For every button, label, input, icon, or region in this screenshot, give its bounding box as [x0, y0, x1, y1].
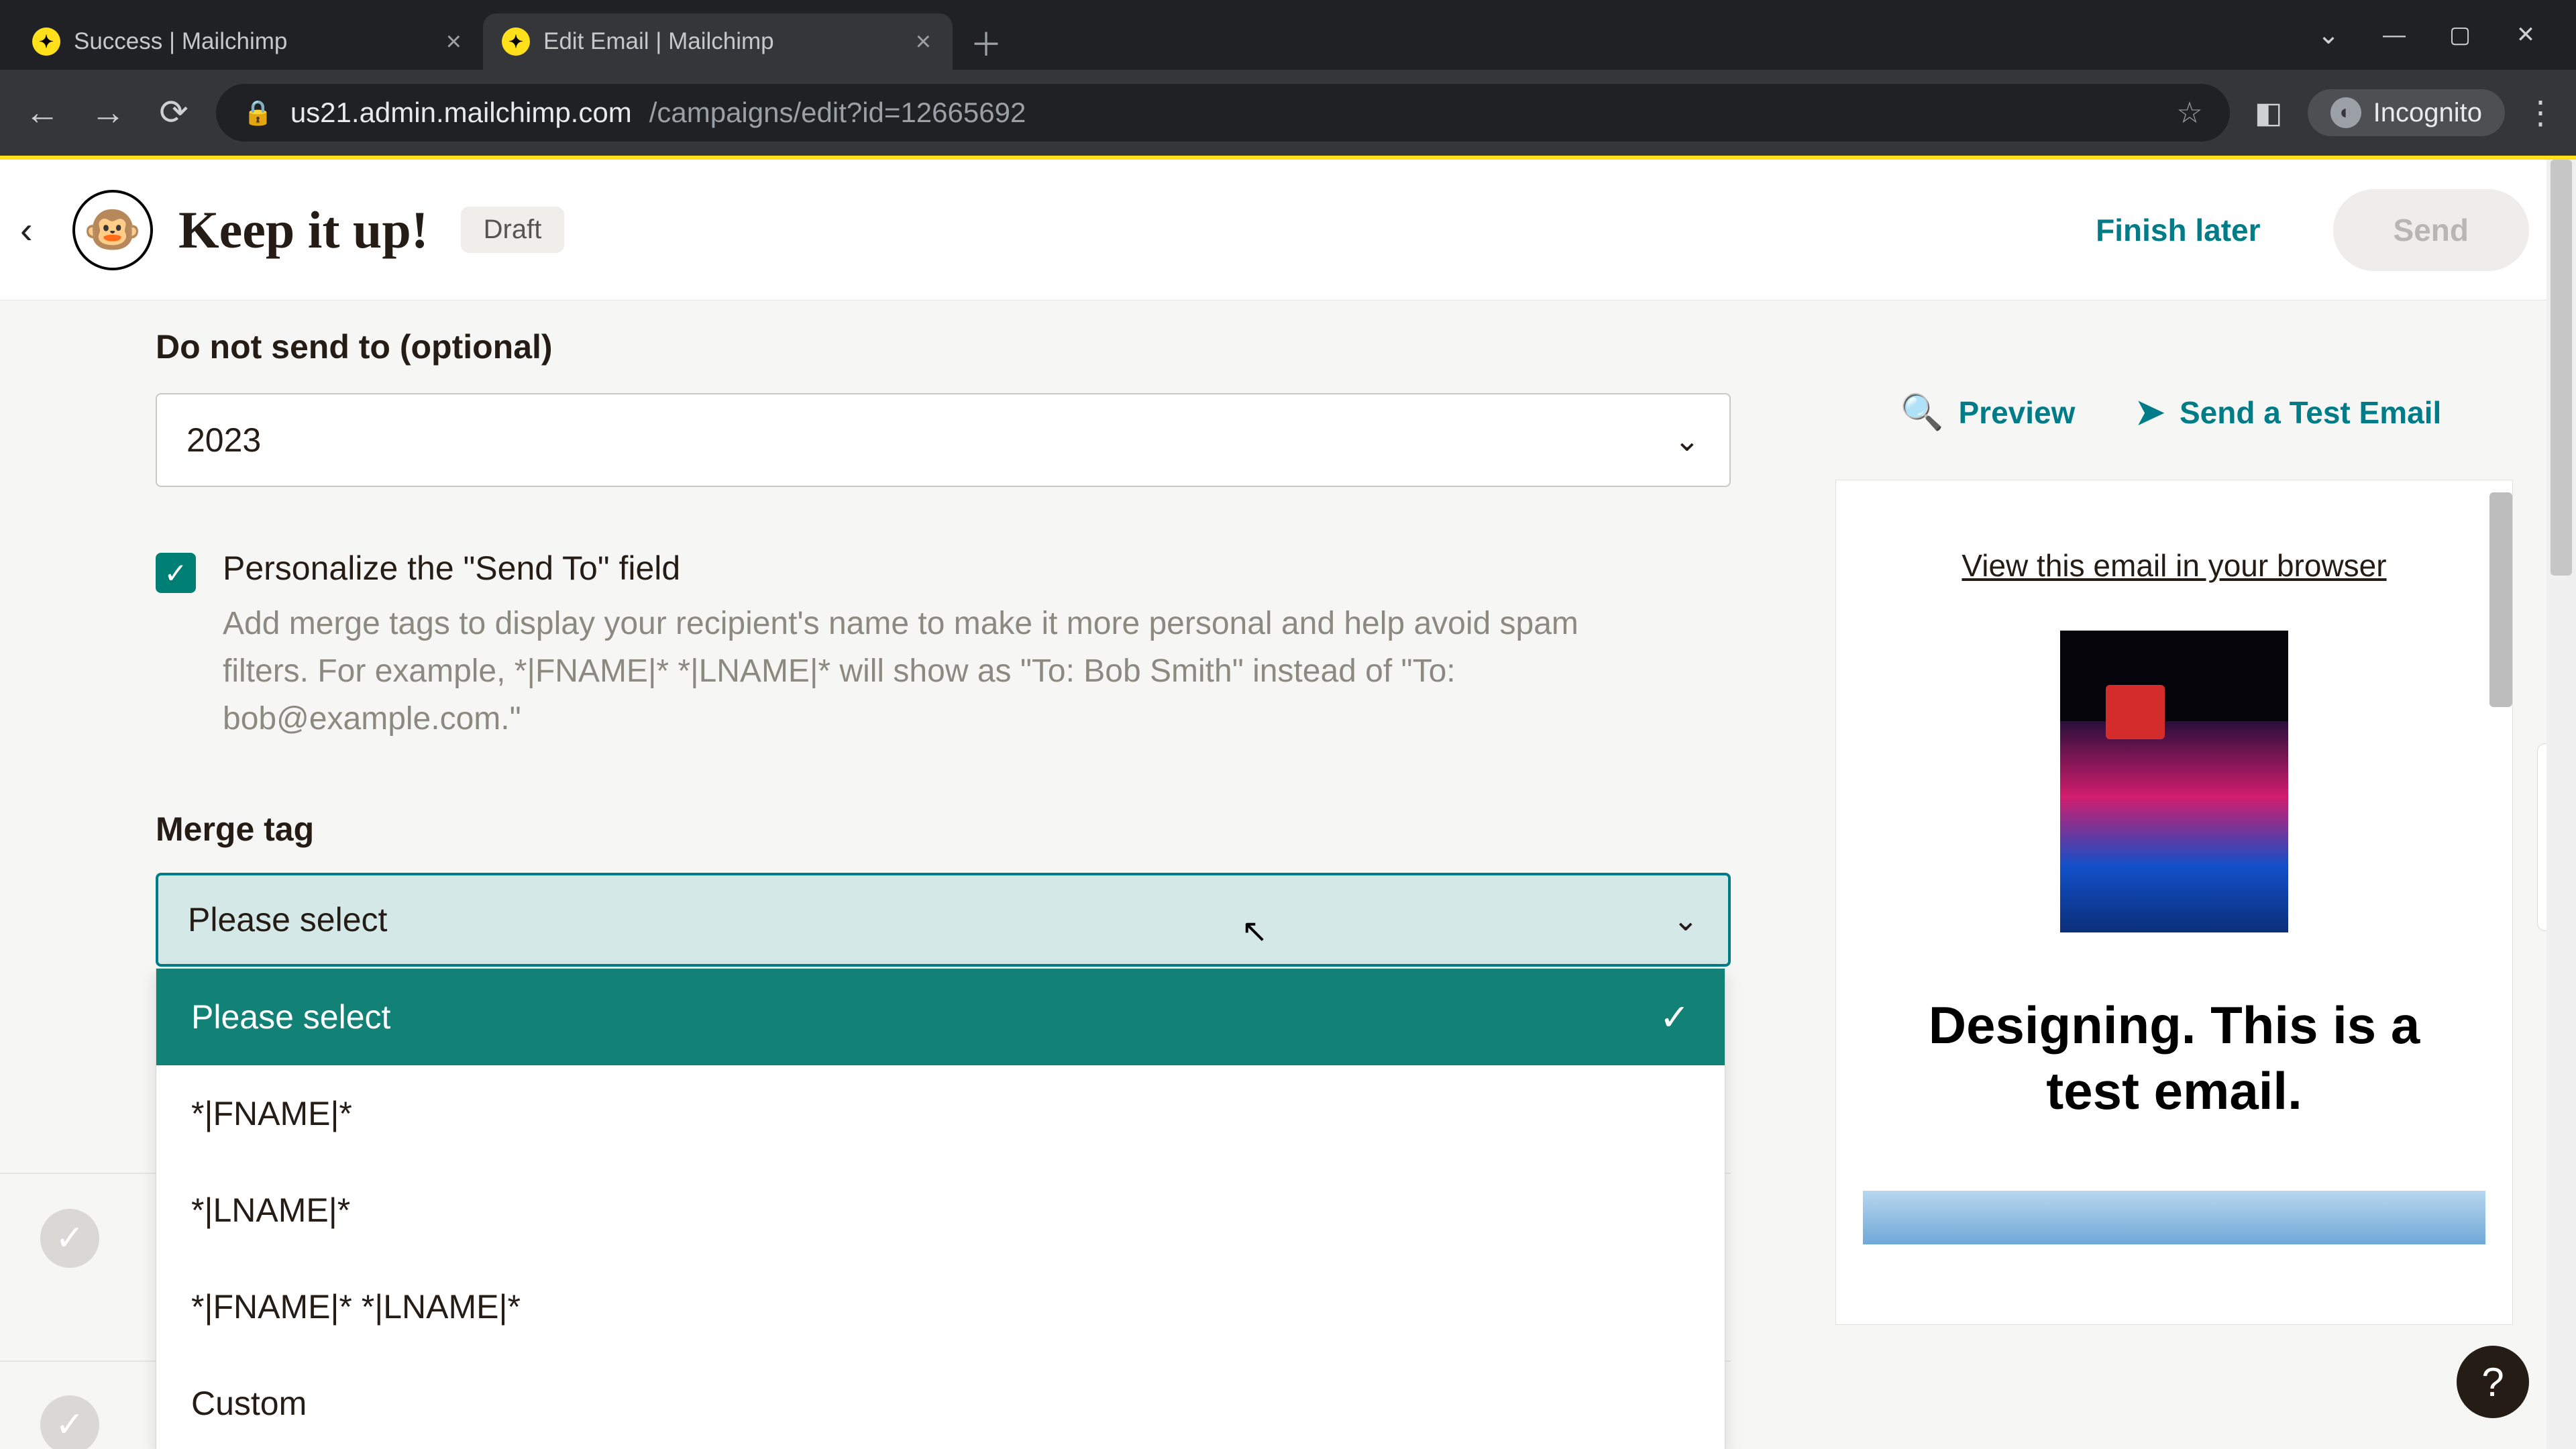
- preview-headline: Designing. This is a test email.: [1863, 993, 2485, 1124]
- forward-icon[interactable]: →: [85, 93, 131, 133]
- option-label: Custom: [191, 1384, 307, 1423]
- url-host: us21.admin.mailchimp.com: [290, 97, 632, 129]
- merge-tag-select[interactable]: Please select ⌄: [156, 873, 1731, 967]
- send-test-button[interactable]: ➤ Send a Test Email: [2135, 392, 2441, 433]
- status-indicator: ✓: [40, 1395, 99, 1449]
- minimize-icon[interactable]: —: [2376, 22, 2412, 48]
- address-bar[interactable]: 🔒 us21.admin.mailchimp.com/campaigns/edi…: [216, 84, 2230, 142]
- merge-option-fname-lname[interactable]: *|FNAME|* *|LNAME|*: [156, 1258, 1725, 1355]
- personalize-description: Add merge tags to display your recipient…: [223, 600, 1670, 743]
- help-icon: ?: [2481, 1359, 2504, 1405]
- incognito-label: Incognito: [2373, 98, 2482, 128]
- bookmark-icon[interactable]: ☆: [2176, 96, 2202, 130]
- option-label: Please select: [191, 998, 390, 1036]
- chevron-down-icon: ⌄: [1674, 422, 1700, 458]
- email-preview-frame: View this email in your browser Designin…: [1835, 480, 2513, 1325]
- send-icon: ➤: [2135, 392, 2165, 433]
- status-badge: Draft: [461, 207, 565, 253]
- campaign-title: Keep it up!: [178, 200, 429, 260]
- preview-banner-image: [1863, 1191, 2485, 1244]
- do-not-send-select[interactable]: 2023 ⌄: [156, 393, 1731, 487]
- merge-option-fname[interactable]: *|FNAME|*: [156, 1065, 1725, 1162]
- window-controls: ⌄ — ▢ ✕: [2310, 0, 2576, 70]
- settings-panel: Do not send to (optional) 2023 ⌄ ✓ Perso…: [0, 301, 1784, 1449]
- merge-option-please-select[interactable]: Please select ✓: [156, 969, 1725, 1065]
- tab-search-icon[interactable]: ⌄: [2310, 19, 2347, 50]
- browser-tabstrip: ✦ Success | Mailchimp × ✦ Edit Email | M…: [0, 0, 2576, 70]
- merge-tag-label: Merge tag: [156, 810, 1731, 849]
- do-not-send-label: Do not send to (optional): [156, 327, 1731, 366]
- tab-title: Success | Mailchimp: [74, 28, 433, 55]
- search-icon: 🔍: [1900, 392, 1944, 433]
- merge-option-lname[interactable]: *|LNAME|*: [156, 1162, 1725, 1258]
- chevron-down-icon: ⌄: [1672, 902, 1699, 938]
- check-icon: ✓: [1660, 996, 1690, 1038]
- do-not-send-value: 2023: [186, 421, 261, 460]
- tab-title: Edit Email | Mailchimp: [543, 28, 902, 55]
- help-button[interactable]: ?: [2457, 1346, 2529, 1418]
- status-indicator: ✓: [40, 1209, 99, 1268]
- preview-panel: 🔍 Preview ➤ Send a Test Email View this …: [1784, 301, 2546, 1449]
- option-label: *|LNAME|*: [191, 1191, 350, 1230]
- browser-tab-2[interactable]: ✦ Edit Email | Mailchimp ×: [483, 13, 953, 70]
- lock-icon: 🔒: [243, 99, 273, 127]
- close-window-icon[interactable]: ✕: [2508, 21, 2544, 48]
- preview-button[interactable]: 🔍 Preview: [1900, 392, 2076, 433]
- incognito-badge[interactable]: ◐ Incognito: [2308, 89, 2505, 136]
- close-icon[interactable]: ×: [446, 27, 462, 57]
- mailchimp-favicon: ✦: [502, 28, 530, 56]
- url-path: /campaigns/edit?id=12665692: [649, 97, 1026, 129]
- option-label: *|FNAME|*: [191, 1094, 352, 1133]
- view-in-browser-link[interactable]: View this email in your browser: [1863, 547, 2485, 584]
- browser-tab-1[interactable]: ✦ Success | Mailchimp ×: [13, 13, 483, 70]
- send-button[interactable]: Send: [2333, 189, 2529, 271]
- reload-icon[interactable]: ⟳: [150, 93, 197, 133]
- preview-label: Preview: [1958, 394, 2075, 431]
- personalize-checkbox[interactable]: ✓: [156, 553, 196, 593]
- incognito-icon: ◐: [2330, 97, 2361, 128]
- extensions-icon[interactable]: ◧: [2249, 96, 2289, 130]
- merge-tag-dropdown: Please select ✓ *|FNAME|* *|LNAME|* *|FN…: [156, 968, 1725, 1449]
- back-button[interactable]: ‹: [20, 208, 47, 252]
- browser-menu-icon[interactable]: ⋮: [2524, 94, 2557, 131]
- merge-tag-value: Please select: [188, 900, 387, 939]
- mailchimp-favicon: ✦: [32, 28, 60, 56]
- scrollbar-thumb[interactable]: [2551, 160, 2572, 576]
- maximize-icon[interactable]: ▢: [2442, 21, 2478, 48]
- send-test-label: Send a Test Email: [2180, 394, 2441, 431]
- option-label: *|FNAME|* *|LNAME|*: [191, 1287, 521, 1326]
- preview-hero-image: [2060, 631, 2288, 932]
- page-viewport: ‹ 🐵 Keep it up! Draft Finish later Send …: [0, 156, 2576, 1449]
- browser-toolbar: ← → ⟳ 🔒 us21.admin.mailchimp.com/campaig…: [0, 70, 2576, 156]
- finish-later-button[interactable]: Finish later: [2069, 193, 2287, 267]
- personalize-title: Personalize the "Send To" field: [223, 549, 1670, 588]
- new-tab-button[interactable]: ＋: [966, 21, 1006, 62]
- mailchimp-logo[interactable]: 🐵: [72, 190, 153, 270]
- merge-option-custom[interactable]: Custom: [156, 1355, 1725, 1449]
- app-header: ‹ 🐵 Keep it up! Draft Finish later Send: [0, 160, 2576, 301]
- close-icon[interactable]: ×: [916, 27, 931, 57]
- page-scrollbar[interactable]: [2546, 160, 2576, 1449]
- back-icon[interactable]: ←: [19, 93, 66, 133]
